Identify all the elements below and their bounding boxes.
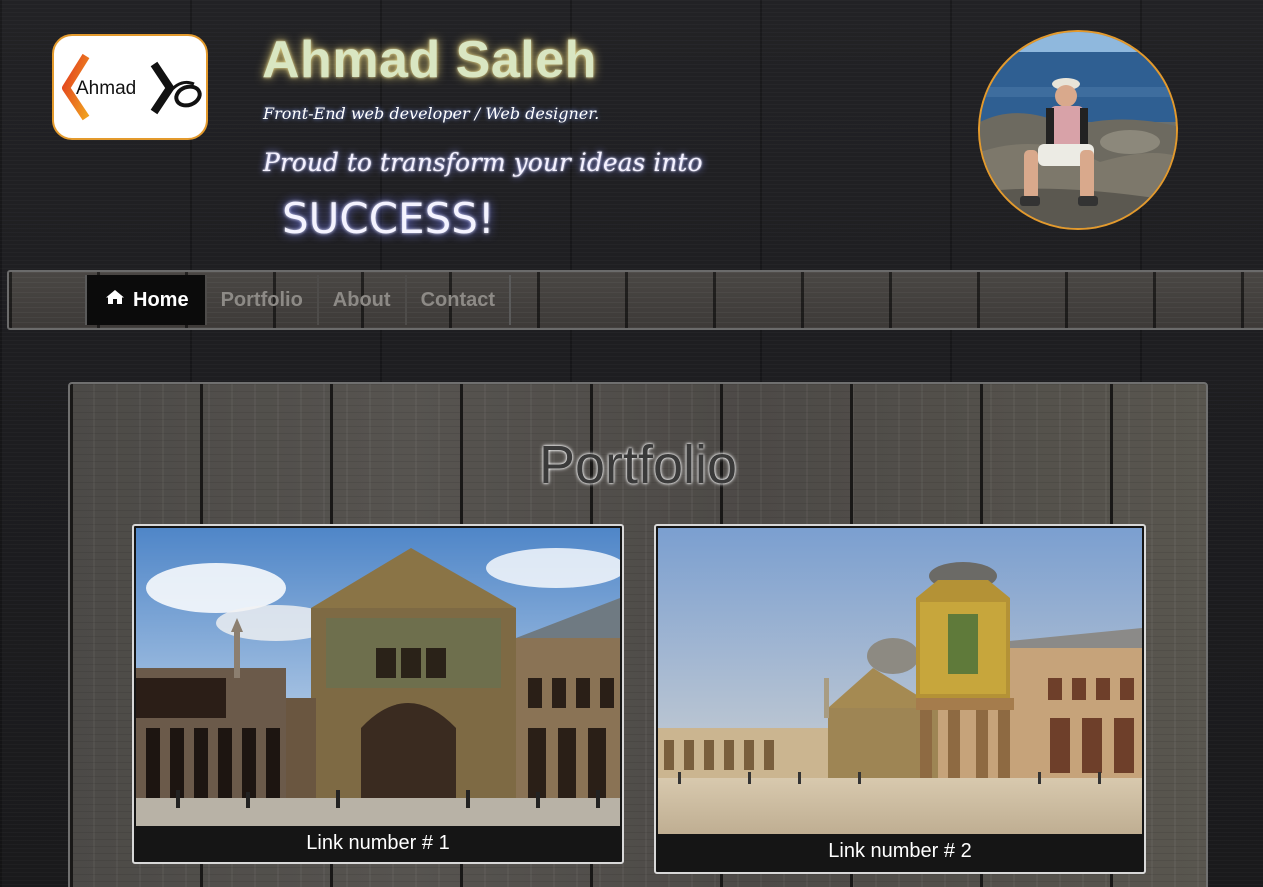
portfolio-title: Portfolio [538,435,738,495]
tagline: Front-End web developer / Web designer. [263,104,600,123]
portfolio-image-2 [658,528,1142,834]
portfolio-link-1[interactable]: Link number # 1 [134,832,622,855]
nav-list: Home Portfolio About Contact [85,275,512,325]
portfolio-card-1[interactable]: Link number # 1 [132,524,624,864]
nav-item-about[interactable]: About [319,275,407,325]
main-navbar: Home Portfolio About Contact [7,270,1263,330]
slogan-emphasis: SUCCESS! [282,194,495,243]
logo[interactable]: Ahmad [52,34,208,140]
portfolio-image-1 [136,528,620,826]
nav-item-contact[interactable]: Contact [407,275,509,325]
logo-mark-icon: Ahmad [62,53,202,121]
profile-photo [978,30,1178,230]
page: Ahmad Ahmad Saleh Front-End web develope… [0,0,1263,887]
nav-item-home-label: Home [133,289,189,311]
home-icon [105,274,125,324]
nav-item-portfolio[interactable]: Portfolio [207,275,319,325]
portfolio-section: Portfolio Link number # 1 Link number # … [68,382,1208,887]
logo-text: Ahmad [76,78,136,99]
portfolio-card-2[interactable]: Link number # 2 [654,524,1146,874]
portfolio-link-2[interactable]: Link number # 2 [656,840,1144,863]
slogan: Proud to transform your ideas into [263,148,703,177]
site-title: Ahmad Saleh [262,31,597,89]
nav-item-home[interactable]: Home [87,275,207,325]
